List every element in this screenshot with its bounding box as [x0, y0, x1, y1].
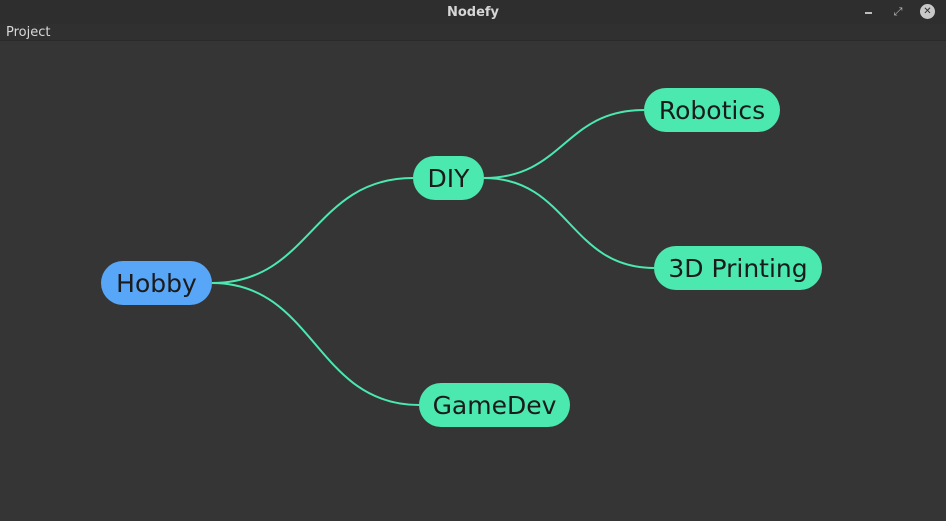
mindmap-canvas[interactable]: Hobby DIY GameDev Robotics 3D Printing [0, 41, 946, 521]
close-button[interactable]: ✕ [920, 4, 935, 19]
edge-diy-robotics [483, 109, 645, 179]
mindmap-node-robotics[interactable]: Robotics [644, 88, 780, 132]
maximize-button[interactable]: ⤢ [890, 4, 906, 20]
mindmap-node-3d-printing[interactable]: 3D Printing [654, 246, 822, 290]
node-label: Hobby [116, 268, 197, 298]
edge-diy-printing [483, 177, 655, 269]
menu-project[interactable]: Project [6, 25, 50, 40]
minimize-button[interactable] [860, 4, 876, 20]
mindmap-node-diy[interactable]: DIY [413, 156, 484, 200]
edge-hobby-diy [211, 177, 414, 284]
node-label: 3D Printing [668, 253, 808, 283]
minimize-icon [864, 12, 872, 14]
window-title: Nodefy [446, 5, 500, 20]
node-label: GameDev [432, 390, 557, 420]
mindmap-node-hobby[interactable]: Hobby [101, 261, 212, 305]
node-label: DIY [427, 163, 470, 193]
node-label: Robotics [658, 95, 766, 125]
close-icon: ✕ [923, 6, 932, 17]
menu-bar: Project [0, 24, 946, 41]
maximize-icon: ⤢ [893, 5, 903, 18]
edge-hobby-gamedev [211, 282, 420, 406]
title-bar[interactable]: Nodefy ⤢ ✕ [0, 0, 946, 25]
mindmap-node-gamedev[interactable]: GameDev [419, 383, 570, 427]
app-window: Nodefy ⤢ ✕ Project Hobby DIY GameDev Rob… [0, 0, 946, 521]
